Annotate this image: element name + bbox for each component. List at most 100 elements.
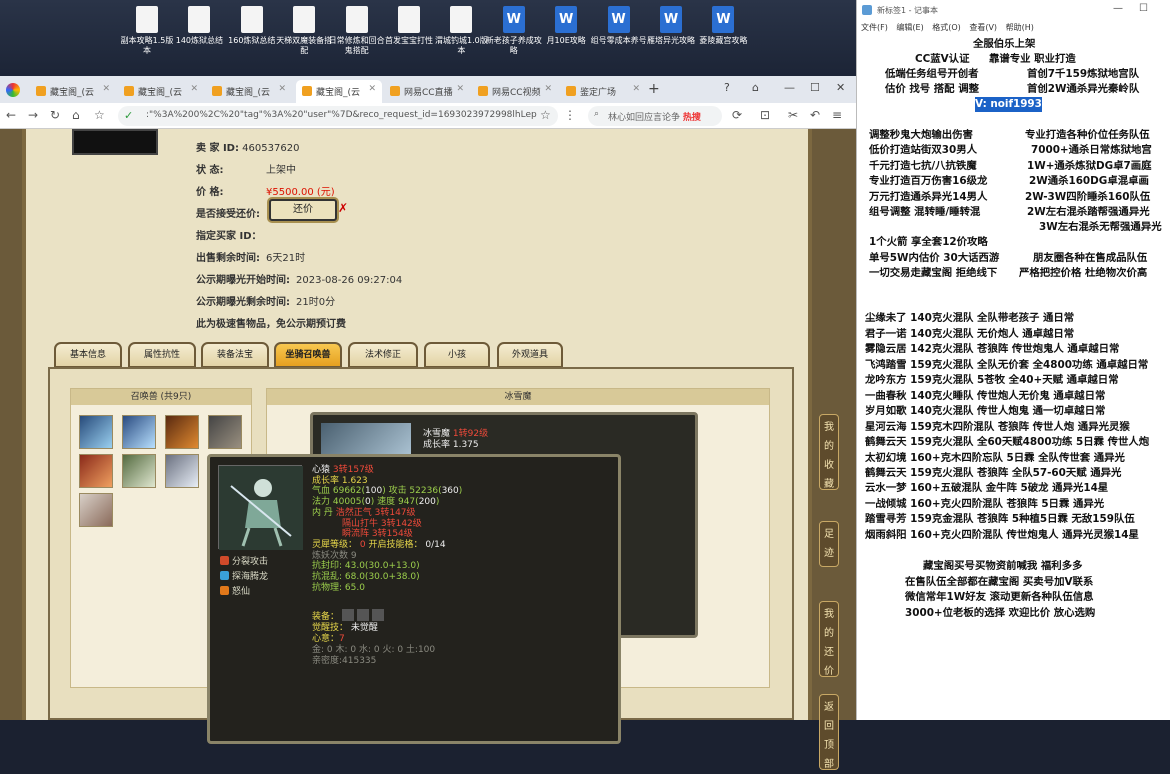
summon-avatar-4[interactable]: [208, 415, 242, 449]
cut-icon[interactable]: ✂: [788, 108, 798, 122]
desktop-icon[interactable]: 日常修炼和回合鬼搭配: [328, 6, 386, 56]
summon-list-header: 召唤兽 (共9只): [71, 389, 251, 405]
summon-avatar-5[interactable]: [79, 454, 113, 488]
tab-close-icon[interactable]: ✕: [102, 84, 110, 94]
extension-icon[interactable]: ⊡: [760, 108, 770, 122]
star-icon[interactable]: ☆: [540, 108, 551, 122]
game-tab[interactable]: 法术修正: [348, 342, 418, 368]
browser-tab[interactable]: 网易CC视频 ✕: [472, 80, 558, 103]
help-icon[interactable]: ?: [724, 81, 730, 94]
undo-icon[interactable]: ↶: [810, 108, 820, 122]
browser-tab[interactable]: 鉴定广场 ✕: [560, 80, 646, 103]
pub-remain-label: 公示期曝光剩余时间:: [196, 297, 290, 308]
side-button[interactable]: 我的收藏: [819, 414, 839, 490]
pet-skill[interactable]: 探海腾龙: [220, 570, 268, 585]
side-button[interactable]: 返回顶部: [819, 694, 839, 770]
home-icon[interactable]: ⌂: [72, 108, 80, 122]
nav-bar: ← → ↻ ⌂ ☆ ✓ :"%3A%200%2C%20"tag"%3A%20"u…: [0, 103, 856, 129]
notepad-menu-item[interactable]: 文件(F): [861, 23, 888, 32]
tab-close-icon[interactable]: ✕: [278, 84, 286, 94]
notepad-line: 估价 找号 搭配 调整: [885, 83, 979, 95]
tab-close-icon[interactable]: ✕: [368, 84, 376, 94]
browser-tab[interactable]: 藏宝阁_(云 ✕: [118, 80, 204, 103]
forward-icon[interactable]: →: [28, 108, 38, 122]
tab-favicon-icon: [212, 86, 222, 96]
tab-label: 藏宝阁_(云: [138, 88, 183, 98]
search-input[interactable]: ⌕ 林心如回应言论争 热搜: [588, 106, 722, 126]
summon-avatar-6[interactable]: [122, 454, 156, 488]
back-icon[interactable]: ←: [6, 108, 16, 122]
text-doc-icon: [240, 6, 263, 33]
bookmark-icon[interactable]: ☆: [94, 108, 105, 122]
pet-skill[interactable]: 分裂攻击: [220, 555, 268, 570]
desktop-icon[interactable]: W 菱陵藏宫攻略: [694, 6, 752, 46]
notepad-maximize-icon[interactable]: ☐: [1139, 3, 1148, 14]
notepad-line: 靠谱专业 职业打造: [989, 53, 1076, 65]
summon-avatar-1[interactable]: [79, 415, 113, 449]
game-tab[interactable]: 坐骑召唤兽: [274, 342, 342, 368]
desktop-icon[interactable]: 天梯双魔装备搭配: [275, 6, 333, 56]
tab-close-icon[interactable]: ✕: [190, 84, 198, 94]
browser-logo-icon[interactable]: [6, 83, 20, 97]
summon-avatar-2[interactable]: [122, 415, 156, 449]
notepad-menu-item[interactable]: 格式(O): [932, 23, 961, 32]
desktop-icon[interactable]: 首发宝宝打性: [380, 6, 438, 46]
browser-tab[interactable]: 藏宝阁_(云 ✕: [296, 80, 382, 103]
desktop-icon-label: 副本攻略1.5版本: [120, 36, 174, 55]
desktop-icon[interactable]: 140炼狱总结: [170, 6, 228, 46]
notepad-menu-item[interactable]: 查看(V): [969, 23, 997, 32]
browser-tab[interactable]: 网易CC直播 ✕: [384, 80, 470, 103]
notepad-title: 新标签1 - 记事本: [877, 6, 939, 15]
menu-icon[interactable]: ≡: [832, 108, 842, 122]
browser-tab[interactable]: 藏宝阁_(云 ✕: [30, 80, 116, 103]
notepad-menu-item[interactable]: 编辑(E): [896, 23, 923, 32]
game-tab[interactable]: 外观道具: [497, 342, 563, 368]
side-button[interactable]: 我的还价: [819, 601, 839, 677]
refresh-alt-icon[interactable]: ⟳: [732, 108, 742, 122]
desktop-icon[interactable]: W 新老孩子养成攻略: [485, 6, 543, 56]
minimize-icon[interactable]: —: [784, 81, 795, 94]
pin-icon[interactable]: ⌂: [752, 81, 759, 94]
tab-favicon-icon: [124, 86, 134, 96]
notepad-line: 太初幻境 160+克木四阶忘队 5日霖 全队传世套 通异光: [865, 452, 1125, 464]
close-icon[interactable]: ✕: [836, 81, 845, 94]
address-bar[interactable]: ✓ :"%3A%200%2C%20"tag"%3A%20"user"%7D&re…: [118, 106, 558, 126]
desktop-icon[interactable]: W 雁塔异光攻略: [642, 6, 700, 46]
equip-slot-2[interactable]: [356, 609, 369, 621]
hot-search-badge: 热搜: [682, 113, 701, 123]
reload-icon[interactable]: ↻: [50, 108, 60, 122]
desktop-icon[interactable]: 160炼狱总结: [223, 6, 281, 46]
side-button[interactable]: 足迹: [819, 521, 839, 567]
desktop-icon[interactable]: W 组号零成本养号: [590, 6, 648, 46]
notepad-line: 单号5W内估价 30大话西游: [869, 252, 1000, 264]
game-tab[interactable]: 装备法宝: [201, 342, 269, 368]
tab-close-icon[interactable]: ✕: [632, 84, 640, 94]
tab-close-icon[interactable]: ✕: [456, 84, 464, 94]
tab-close-icon[interactable]: ✕: [544, 84, 552, 94]
desktop-icon[interactable]: 副本攻略1.5版本: [118, 6, 176, 56]
summon-avatar-7[interactable]: [165, 454, 199, 488]
notepad-line: 全服伯乐上架: [973, 38, 1036, 50]
new-tab-button[interactable]: +: [648, 81, 660, 97]
counter-offer-button[interactable]: 还价: [269, 199, 337, 221]
maximize-icon[interactable]: ☐: [810, 81, 820, 94]
summon-avatar-8[interactable]: [79, 493, 113, 527]
pet-skills: 分裂攻击 探海腾龙 怒仙: [220, 555, 268, 600]
desktop-icon[interactable]: 渭城钓城1.0版本: [432, 6, 490, 56]
game-tab[interactable]: 基本信息: [54, 342, 122, 368]
equip-slot-1[interactable]: [341, 609, 354, 621]
notepad-line: 专业打造百万伤害16级龙: [869, 175, 988, 187]
game-tab[interactable]: 小孩: [424, 342, 490, 368]
equip-slot-3[interactable]: [371, 609, 384, 621]
pet-name: 心猿: [312, 465, 331, 475]
summon-avatar-3[interactable]: [165, 415, 199, 449]
pet-skill[interactable]: 怒仙: [220, 585, 268, 600]
game-tab[interactable]: 属性抗性: [128, 342, 196, 368]
pet-hp: 气血 69662(100) 攻击 52236(360): [312, 486, 463, 497]
more-icon[interactable]: ⋮: [564, 108, 576, 122]
desktop-icon[interactable]: W 月10E攻略: [537, 6, 595, 46]
browser-tab[interactable]: 藏宝阁_(云 ✕: [206, 80, 292, 103]
close-counter-icon[interactable]: ✗: [338, 201, 348, 215]
notepad-menu-item[interactable]: 帮助(H): [1006, 23, 1034, 32]
notepad-minimize-icon[interactable]: —: [1113, 3, 1123, 14]
